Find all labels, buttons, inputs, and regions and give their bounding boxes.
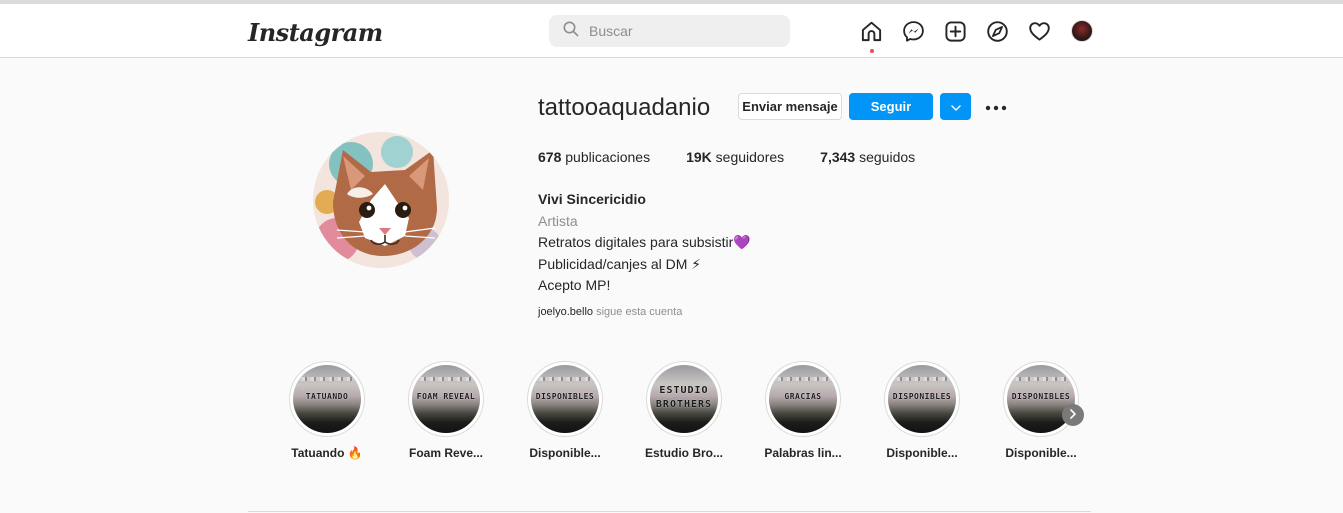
highlight-cover-text: FOAM REVEAL [416, 392, 476, 401]
top-navigation-bar: Instagram [0, 0, 1343, 58]
activity-heart-icon[interactable] [1028, 20, 1051, 43]
highlight-ring: ESTUDIO BROTHERS [646, 361, 722, 437]
story-highlights: TATUANDO Tatuando 🔥 FOAM REVEAL Foam Rev… [283, 361, 1084, 471]
highlight-item[interactable]: FOAM REVEAL Foam Reve... [402, 361, 490, 460]
highlight-cover-text-line-1: ESTUDIO [659, 385, 709, 396]
notification-dot [870, 48, 874, 53]
highlight-label: Disponible... [886, 446, 958, 460]
highlight-label: Estudio Bro... [645, 446, 723, 460]
instagram-logo[interactable]: Instagram [248, 18, 383, 47]
following-label: seguidos [855, 149, 916, 165]
followed-by[interactable]: joelyo.bello sigue esta cuenta [538, 306, 682, 318]
posts-count: 678 [538, 149, 562, 165]
search-icon [563, 21, 579, 42]
highlight-item[interactable]: DISPONIBLES Disponible... [878, 361, 966, 460]
highlight-item[interactable]: DISPONIBLES Disponible... [521, 361, 609, 460]
highlight-cover-text: DISPONIBLES [892, 392, 952, 401]
highlight-label: Palabras lin... [764, 446, 842, 460]
stat-following[interactable]: 7,343 seguidos [820, 149, 915, 165]
bio-line-1: Retratos digitales para subsistir💜 [538, 234, 751, 250]
followed-by-text: sigue esta cuenta [593, 306, 683, 318]
more-dots-icon [985, 98, 1007, 116]
highlight-label: Disponible... [1005, 446, 1077, 460]
explore-icon[interactable] [986, 20, 1009, 43]
highlight-cover: FOAM REVEAL [412, 365, 480, 433]
highlight-ring: DISPONIBLES [884, 361, 960, 437]
highlight-cover-text: ESTUDIO BROTHERS [650, 384, 718, 412]
stat-followers[interactable]: 19K seguidores [686, 149, 784, 165]
highlight-cover: DISPONIBLES [888, 365, 956, 433]
stat-posts: 678 publicaciones [538, 149, 650, 165]
highlight-label: Foam Reve... [408, 446, 484, 460]
profile-category: Artista [538, 212, 578, 229]
search-input[interactable] [589, 23, 779, 39]
highlight-ring: GRACIAS [765, 361, 841, 437]
suggested-accounts-dropdown-button[interactable] [940, 93, 971, 120]
highlight-ring: FOAM REVEAL [408, 361, 484, 437]
search-box[interactable] [549, 15, 790, 47]
new-post-icon[interactable] [944, 20, 967, 43]
highlight-cover: TATUANDO [293, 365, 361, 433]
highlight-cover-text: DISPONIBLES [1011, 392, 1071, 401]
highlight-label: Disponible... [529, 446, 601, 460]
highlight-cover: DISPONIBLES [531, 365, 599, 433]
nav-icons [860, 18, 1093, 53]
followers-count: 19K [686, 149, 712, 165]
profile-display-name: Vivi Sincericidio [538, 191, 646, 207]
highlight-item[interactable]: GRACIAS Palabras lin... [759, 361, 847, 460]
more-options-button[interactable] [982, 95, 1010, 119]
highlights-next-button[interactable] [1062, 404, 1084, 426]
bio-line-2: Publicidad/canjes al DM ⚡ [538, 255, 702, 272]
posts-label: publicaciones [561, 149, 651, 165]
highlight-cover: GRACIAS [769, 365, 837, 433]
highlight-cover: ESTUDIO BROTHERS [650, 365, 718, 433]
profile-stats: 678 publicaciones 19K seguidores 7,343 s… [538, 149, 951, 165]
send-message-button[interactable]: Enviar mensaje [738, 93, 842, 120]
highlight-cover-text-line-2: BROTHERS [655, 399, 713, 410]
messenger-icon[interactable] [902, 20, 925, 43]
chevron-down-icon [950, 99, 961, 114]
following-count: 7,343 [820, 149, 856, 165]
followers-label: seguidores [711, 149, 785, 165]
profile-avatar-button[interactable] [1070, 20, 1093, 43]
highlight-cover-text: DISPONIBLES [535, 392, 595, 401]
highlight-ring: DISPONIBLES [527, 361, 603, 437]
profile-bio: Vivi Sincericidio Artista Retratos digit… [538, 189, 751, 297]
bio-line-3: Acepto MP! [538, 277, 611, 293]
content-divider [248, 511, 1091, 512]
profile-username: tattooaquadanio [538, 94, 711, 121]
follow-button[interactable]: Seguir [849, 93, 933, 120]
profile-avatar[interactable] [313, 132, 449, 268]
highlight-cover-text: GRACIAS [784, 392, 822, 401]
highlight-item[interactable]: ESTUDIO BROTHERS Estudio Bro... [640, 361, 728, 460]
home-icon[interactable] [860, 20, 883, 53]
followed-by-user[interactable]: joelyo.bello [538, 306, 593, 318]
highlight-item[interactable]: TATUANDO Tatuando 🔥 [283, 361, 371, 460]
highlight-ring: DISPONIBLES [1003, 361, 1079, 437]
chevron-right-icon [1069, 406, 1077, 424]
highlight-ring: TATUANDO [289, 361, 365, 437]
highlight-label: Tatuando 🔥 [291, 446, 363, 460]
avatar [1070, 20, 1093, 42]
highlight-cover-text: TATUANDO [305, 392, 349, 401]
cat-portrait-image [313, 132, 449, 268]
